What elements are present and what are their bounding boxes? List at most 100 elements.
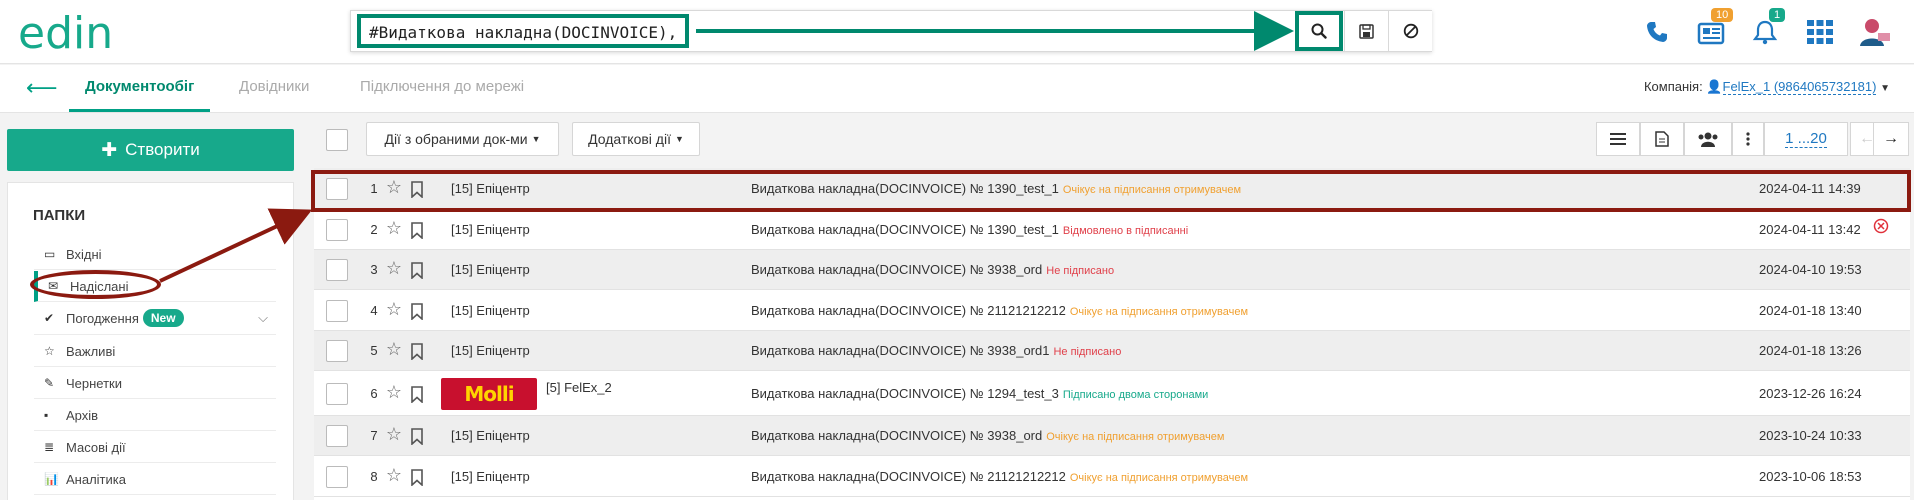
bookmark-icon[interactable] [409, 262, 425, 279]
star-icon: ☆ [44, 344, 55, 358]
document-list: 1 ☆ [15] Епіцентр Видаткова накладна(DOCINV… [314, 168, 1910, 500]
status-badge: Очікує на підписання отримувачем [1046, 431, 1225, 443]
phone-icon[interactable] [1637, 12, 1677, 52]
document-name: Видаткова накладна(DOCINVOICE) № 3938_or… [751, 343, 1050, 358]
row-checkbox[interactable] [326, 259, 348, 281]
company-value[interactable]: FelEx_1 (9864065732181) [1722, 79, 1877, 95]
document-title[interactable]: Видаткова накладна(DOCINVOICE) № 3938_or… [751, 343, 1121, 358]
bookmark-icon[interactable] [409, 303, 425, 320]
select-all-checkbox[interactable] [326, 129, 348, 151]
page-range-label: 1 ...20 [1785, 130, 1827, 148]
bookmark-icon[interactable] [409, 469, 425, 486]
row-checkbox[interactable] [326, 219, 348, 241]
document-view-button[interactable] [1640, 122, 1684, 156]
news-badge: 10 [1711, 8, 1734, 22]
document-title[interactable]: Видаткова накладна(DOCINVOICE) № 3938_or… [751, 428, 1224, 443]
search-input[interactable]: #Видаткова накладна(DOCINVOICE), [357, 14, 690, 48]
contacts-button[interactable] [1684, 122, 1732, 156]
bell-icon[interactable]: 1 [1745, 8, 1786, 52]
sent-folder-highlight-ellipse [30, 270, 161, 299]
user-icon: 👤 [1706, 79, 1723, 94]
apps-grid-icon[interactable] [1800, 12, 1840, 52]
folder-label: Чернетки [66, 375, 123, 391]
table-row[interactable]: 2 ☆ [15] Епіцентр Видаткова накладна(DOCINV… [314, 209, 1910, 250]
next-page-button[interactable]: → [1873, 122, 1909, 156]
tab-network-connection[interactable]: Підключення до мережі [360, 65, 524, 112]
folder-drafts[interactable]: ✎ Чернетки [34, 368, 276, 399]
create-button[interactable]: ✚ Створити [7, 129, 294, 171]
plus-icon: ✚ [101, 139, 118, 161]
folder-label: Важливі [66, 343, 116, 359]
company-selector[interactable]: Компанія: 👤FelEx_1 (9864065732181) ▼ [1644, 79, 1890, 95]
table-row[interactable]: 5 ☆ [15] Епіцентр Видаткова накладна(DOCINV… [314, 331, 1910, 371]
folder-approval[interactable]: ✔ Погодження New ⌵ [34, 302, 276, 335]
table-row[interactable]: 8 ☆ [15] Епіцентр Видаткова накладна(DOCINV… [314, 456, 1910, 497]
folder-inbox[interactable]: ▭ Вхідні [34, 239, 276, 270]
folder-label: Вхідні [66, 246, 102, 262]
sender-name: [15] Епіцентр [451, 303, 530, 318]
extra-actions-dropdown[interactable]: Додаткові дії ▼ [572, 122, 700, 156]
folder-analytics[interactable]: 📊 Аналітика [34, 464, 276, 495]
folder-bulk-actions[interactable]: ≣ Масові дії [34, 432, 276, 463]
table-row[interactable]: 3 ☆ [15] Епіцентр Видаткова накладна(DOCINV… [314, 250, 1910, 290]
document-title[interactable]: Видаткова накладна(DOCINVOICE) № 1294_te… [751, 386, 1208, 401]
save-search-button[interactable] [1344, 11, 1388, 51]
more-options-button[interactable] [1732, 122, 1764, 156]
clear-search-button[interactable] [1388, 11, 1432, 51]
document-title[interactable]: Видаткова накладна(DOCINVOICE) № 2112121… [751, 469, 1248, 484]
star-icon[interactable]: ☆ [384, 465, 404, 486]
company-label: Компанія: [1643, 79, 1703, 94]
row-checkbox[interactable] [326, 340, 348, 362]
extra-actions-label: Додаткові дії [588, 131, 671, 147]
logo-text: Molli [464, 382, 514, 406]
document-title[interactable]: Видаткова накладна(DOCINVOICE) № 1390_te… [751, 222, 1188, 237]
edin-logo[interactable]: edin [18, 8, 163, 56]
row-checkbox[interactable] [326, 425, 348, 447]
bookmark-icon[interactable] [409, 222, 425, 239]
table-row[interactable]: 7 ☆ [15] Епіцентр Видаткова накладна(DOCINV… [314, 416, 1910, 456]
star-icon[interactable]: ☆ [384, 424, 404, 445]
bookmark-icon[interactable] [409, 386, 425, 403]
star-icon[interactable]: ☆ [384, 382, 404, 403]
search-icon [1311, 23, 1327, 39]
folder-important[interactable]: ☆ Важливі [34, 336, 276, 367]
page-range[interactable]: 1 ...20 [1764, 122, 1848, 156]
star-icon[interactable]: ☆ [384, 258, 404, 279]
tab-document-flow[interactable]: Документообіг [69, 65, 211, 112]
sender-name: [5] FelEx_2 [546, 380, 612, 395]
back-arrow-icon[interactable]: ⟵ [26, 77, 58, 99]
caret-down-icon: ▼ [674, 134, 684, 144]
star-icon[interactable]: ☆ [384, 299, 404, 320]
row-checkbox[interactable] [326, 383, 348, 405]
star-icon[interactable]: ☆ [384, 339, 404, 360]
folder-archive[interactable]: ▪ Архів [34, 400, 276, 431]
search-box: #Видаткова накладна(DOCINVOICE), [350, 10, 1432, 52]
table-row[interactable]: 6 ☆ Molli [5] FelEx_2 Видаткова накладна(DOC… [314, 371, 1910, 416]
table-row[interactable]: 4 ☆ [15] Епіцентр Видаткова накладна(DOCINV… [314, 290, 1910, 331]
checkmark-icon: ✔ [44, 311, 55, 325]
selected-docs-actions-dropdown[interactable]: Дії з обраними док-ми ▼ [366, 122, 559, 156]
search-button[interactable] [1295, 11, 1343, 51]
chevron-down-icon[interactable]: ⌵ [258, 310, 268, 326]
document-date: 2023-12-26 16:24 [1759, 386, 1862, 401]
news-icon[interactable]: 10 [1691, 8, 1734, 52]
document-title[interactable]: Видаткова накладна(DOCINVOICE) № 2112121… [751, 303, 1248, 318]
bookmark-icon[interactable] [409, 343, 425, 360]
tab-directories[interactable]: Довідники [239, 65, 309, 112]
bookmark-icon[interactable] [409, 428, 425, 445]
user-avatar[interactable] [1854, 12, 1894, 52]
svg-text:edin: edin [18, 8, 113, 56]
row-checkbox[interactable] [326, 300, 348, 322]
caret-down-icon: ▼ [1880, 83, 1890, 94]
rejected-icon [1873, 218, 1889, 234]
caret-down-icon: ▼ [531, 134, 541, 144]
star-icon[interactable]: ☆ [384, 218, 404, 239]
archive-icon: ▪ [44, 408, 49, 422]
document-title[interactable]: Видаткова накладна(DOCINVOICE) № 3938_or… [751, 262, 1114, 277]
list-view-button[interactable] [1596, 122, 1640, 156]
create-button-label: Створити [125, 140, 200, 159]
row-checkbox[interactable] [326, 466, 348, 488]
row-number: 3 [370, 262, 378, 277]
top-header: edin #Видаткова накладна(DOCINVOICE), 10… [0, 0, 1914, 64]
selected-docs-actions-label: Дії з обраними док-ми [384, 131, 528, 147]
